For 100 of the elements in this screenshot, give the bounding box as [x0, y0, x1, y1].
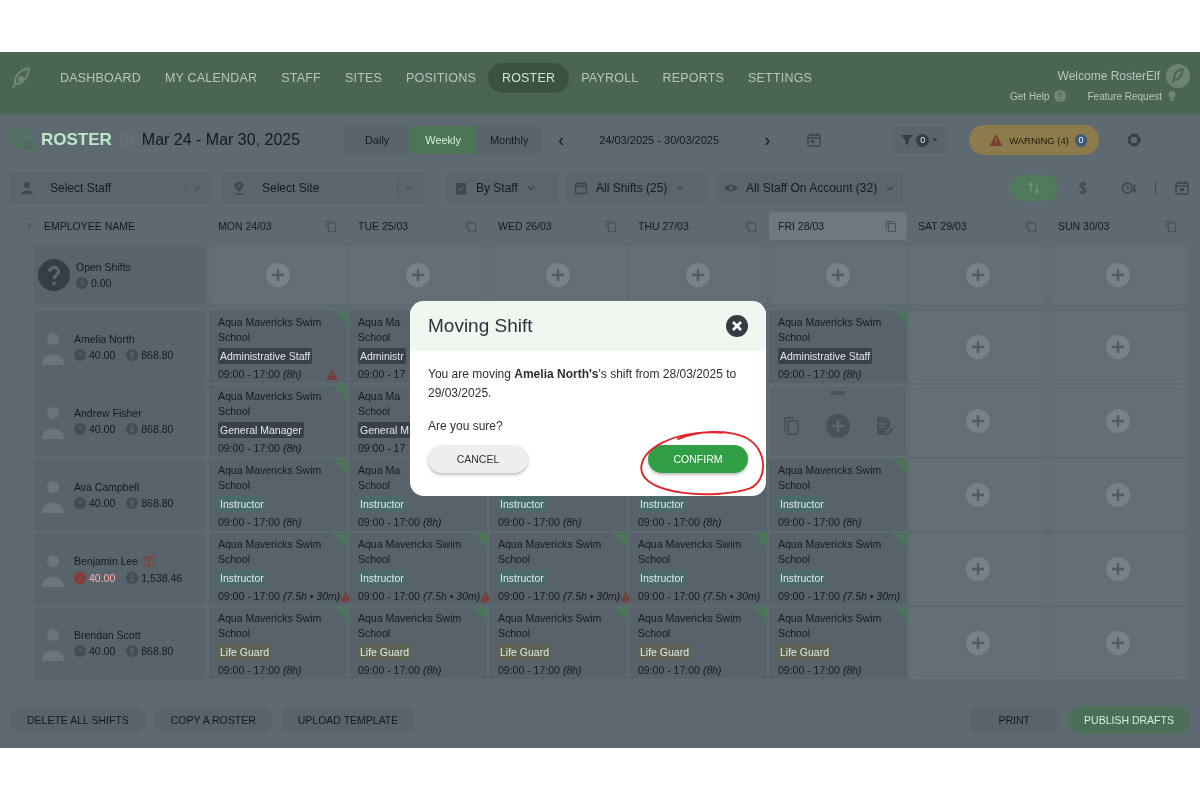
shift-time: 09:00 - 17:00 (8h)	[498, 663, 582, 678]
shift-time: 09:00 - 17	[358, 441, 406, 456]
position-tag: Administrative Staff	[778, 348, 873, 364]
site-name: School	[778, 552, 812, 567]
warning-count-badge: 0	[1074, 133, 1088, 147]
site-name: Aqua Mavericks Swim	[778, 315, 882, 330]
shift-time: 09:00 - 17:00 (8h)	[638, 663, 722, 678]
site-name: School	[778, 478, 812, 493]
site-name: Aqua Mavericks Swim	[358, 537, 462, 552]
shift-time: 09:00 - 17:00 (8h)	[218, 441, 302, 456]
site-name: School	[638, 552, 672, 567]
position-tag: Instructor	[218, 496, 266, 512]
site-name: School	[358, 330, 392, 345]
cost-value: 868.80	[141, 645, 174, 657]
site-name: School	[778, 626, 812, 641]
site-name: School	[218, 330, 252, 345]
site-name: Aqua Ma	[358, 463, 401, 478]
shift-time: 09:00 - 17:00 (7.5h • 30m)	[218, 589, 341, 604]
day-label: TUE 25/03	[358, 220, 409, 232]
site-name: Aqua Mavericks Swim	[638, 537, 742, 552]
shift-time: 09:00 - 17:00 (8h)	[218, 515, 302, 530]
site-name: Aqua Mavericks Swim	[218, 389, 322, 404]
site-name: Aqua Mavericks Swim	[218, 611, 322, 626]
site-name: Aqua Ma	[358, 389, 401, 404]
site-name: Aqua Mavericks Swim	[218, 315, 322, 330]
position-tag: General Manager	[218, 422, 304, 438]
dialog-title: Moving Shift	[428, 315, 533, 337]
position-tag: Life Guard	[498, 644, 552, 660]
site-name: School	[218, 552, 252, 567]
site-name: School	[358, 478, 392, 493]
site-name: Aqua Mavericks Swim	[218, 537, 322, 552]
day-label: SAT 29/03	[918, 220, 967, 232]
shift-time: 09:00 - 17:00 (8h)	[778, 515, 862, 530]
shift-time: 09:00 - 17:00 (8h)	[218, 367, 302, 382]
dialog-question: Are you sure?	[428, 418, 504, 435]
site-name: Aqua Mavericks Swim	[218, 463, 322, 478]
shift-time: 09:00 - 17:00 (8h)	[358, 515, 442, 530]
day-label: SUN 30/03	[1058, 220, 1110, 232]
cost-value: 1,538.46	[141, 572, 183, 584]
site-name: School	[218, 404, 252, 419]
page-title: ROSTER	[41, 130, 112, 150]
position-tag: General M	[358, 422, 412, 438]
site-name: Aqua Mavericks Swim	[358, 611, 462, 626]
shift-time: 09:00 - 17:00 (8h)	[358, 663, 442, 678]
day-label: MON 24/03	[218, 220, 272, 232]
dialog-message: You are moving Amelia North's's shift from 28/03/2025 to 29/03/2025.	[428, 366, 738, 402]
site-name: School	[358, 552, 392, 567]
position-tag: Life Guard	[778, 644, 832, 660]
column-header: EMPLOYEE NAME	[44, 220, 136, 232]
position-tag: Instructor	[778, 570, 826, 586]
site-name: Aqua Mavericks Swim	[778, 611, 882, 626]
shift-time: 09:00 - 17:00 (7.5h • 30m)	[358, 589, 481, 604]
cost-value: 868.80	[141, 423, 174, 435]
shift-time: 09:00 - 17:00 (8h)	[498, 515, 582, 530]
site-name: School	[358, 404, 392, 419]
site-name: Aqua Mavericks Swim	[498, 611, 602, 626]
shift-time: 09:00 - 17:00 (8h)	[638, 515, 722, 530]
position-tag: Instructor	[358, 496, 406, 512]
site-name: School	[218, 478, 252, 493]
hours-value: 40.00	[89, 497, 116, 509]
shift-time: 09:00 - 17:00 (8h)	[778, 663, 862, 678]
cost-value: 868.80	[141, 349, 174, 361]
position-tag: Life Guard	[218, 644, 272, 660]
site-name: School	[498, 552, 532, 567]
shift-time: 09:00 - 17:00 (7.5h • 30m)	[638, 589, 761, 604]
position-tag: Life Guard	[638, 644, 692, 660]
position-tag: Instructor	[358, 570, 406, 586]
hours-value: 40.00	[89, 349, 116, 361]
site-name: School	[778, 330, 812, 345]
shift-time: 09:00 - 17:00 (7.5h • 30m)	[498, 589, 621, 604]
day-label: FRI 28/03	[778, 220, 825, 232]
cost-value: 868.80	[141, 497, 174, 509]
shift-time: 09:00 - 17:00 (7.5h • 30m)	[778, 589, 901, 604]
day-label: WED 26/03	[498, 220, 552, 232]
site-name: School	[638, 626, 672, 641]
position-tag: Instructor	[778, 496, 826, 512]
site-name: Aqua Mavericks Swim	[638, 611, 742, 626]
welcome-text: Welcome RosterElf	[1057, 69, 1160, 83]
site-name: Aqua Mavericks Swim	[778, 537, 882, 552]
hours-value: 0.00	[91, 277, 112, 289]
site-name: School	[358, 626, 392, 641]
open-shifts-label: Open Shifts	[76, 261, 131, 273]
site-name: Aqua Mavericks Swim	[778, 463, 882, 478]
position-tag: Instructor	[498, 570, 546, 586]
hours-value: 40.00	[89, 423, 116, 435]
position-tag: Instructor	[638, 570, 686, 586]
site-name: School	[498, 626, 532, 641]
site-name: Aqua Ma	[358, 315, 401, 330]
hours-value: 40.00	[89, 645, 116, 657]
hours-value: 40.00	[89, 572, 116, 584]
position-tag: Administr	[358, 348, 406, 364]
shift-time: 09:00 - 17	[358, 367, 406, 382]
site-name: Aqua Mavericks Swim	[498, 537, 602, 552]
site-name: School	[218, 626, 252, 641]
date-range-text: Mar 24 - Mar 30, 2025	[141, 131, 301, 149]
position-tag: Life Guard	[358, 644, 412, 660]
position-tag: Instructor	[218, 570, 266, 586]
shift-time: 09:00 - 17:00 (8h)	[778, 367, 862, 382]
day-label: THU 27/03	[638, 220, 689, 232]
position-tag: Instructor	[638, 496, 686, 512]
